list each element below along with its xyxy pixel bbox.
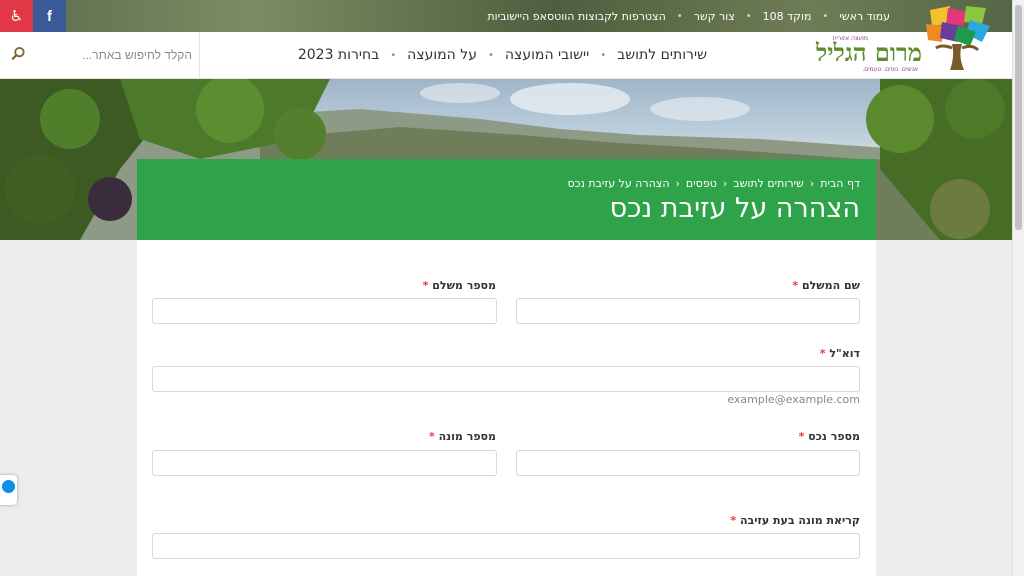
separator-dot: • (488, 49, 494, 61)
breadcrumb-current: הצהרה על עזיבת נכס (567, 177, 670, 190)
separator-dot: • (745, 10, 752, 22)
nav-item-about[interactable]: על המועצה (407, 47, 477, 63)
separator-dot: • (676, 10, 683, 22)
payer-name-field[interactable] (516, 298, 860, 324)
property-number-field[interactable] (516, 450, 860, 476)
payer-name-label: שם המשלם * (792, 279, 860, 292)
site-logo[interactable]: מועצה אזורית מרום הגליל אנשים. נופים. טע… (816, 6, 992, 78)
search-box (0, 32, 200, 78)
top-link-contact[interactable]: צור קשר (694, 10, 735, 23)
property-leaving-form: שם המשלם * מספר משלם * דוא"ל * example@e… (137, 240, 876, 576)
meter-number-label: מספר מונה * (428, 430, 496, 443)
logo-name: מרום הגליל (816, 38, 922, 67)
page-title: הצהרה על עזיבת נכס (609, 193, 860, 224)
meter-number-field[interactable] (152, 450, 497, 476)
chevron-left-icon: › (809, 177, 815, 190)
logo-tree-icon (926, 6, 990, 70)
top-link-home[interactable]: עמוד ראשי (839, 10, 890, 23)
top-links: עמוד ראשי • מוקד 108 • צור קשר • הצטרפות… (487, 0, 890, 32)
nav-item-resident-services[interactable]: שירותים לתושב (617, 47, 707, 63)
facebook-button[interactable]: f (33, 0, 66, 32)
accessibility-button[interactable]: ♿ (0, 0, 33, 32)
facebook-icon: f (47, 7, 52, 25)
separator-dot: • (822, 10, 829, 22)
search-icon[interactable] (11, 46, 26, 61)
top-bar: ♿ f עמוד ראשי • מוקד 108 • צור קשר • הצט… (0, 0, 1012, 32)
breadcrumb-home[interactable]: דף הבית (820, 177, 860, 190)
top-link-hotline[interactable]: מוקד 108 (763, 10, 812, 23)
page-scrollbar[interactable] (1012, 0, 1024, 576)
chevron-left-icon: › (722, 177, 728, 190)
remote-support-tab[interactable] (0, 475, 17, 505)
scrollbar-thumb[interactable] (1015, 5, 1022, 230)
property-number-label: מספר נכס * (798, 430, 860, 443)
chevron-left-icon: › (675, 177, 680, 190)
nav-item-elections[interactable]: בחירות 2023 (298, 47, 379, 63)
top-link-whatsapp[interactable]: הצטרפות לקבוצות הווטסאפ היישוביות (487, 10, 665, 23)
email-hint: example@example.com (727, 393, 860, 406)
separator-dot: • (600, 49, 607, 61)
breadcrumb-resident-services[interactable]: שירותים לתושב (733, 177, 804, 190)
breadcrumb: דף הבית › שירותים לתושב › טפסים › הצהרה … (567, 177, 860, 190)
email-field[interactable] (152, 366, 860, 392)
main-nav: שירותים לתושב • יישובי המועצה • על המועצ… (298, 32, 707, 78)
nav-item-settlements[interactable]: יישובי המועצה (505, 47, 589, 63)
accessibility-icon: ♿ (9, 7, 24, 25)
meter-reading-label: קריאת מונה בעת עזיבה * (730, 514, 860, 527)
separator-dot: • (390, 49, 397, 61)
search-input[interactable] (36, 42, 192, 68)
payer-number-label: מספר משלם * (422, 279, 496, 292)
logo-tagline: אנשים. נופים. טעמים. (862, 66, 918, 73)
breadcrumb-forms[interactable]: טפסים (686, 177, 717, 190)
site-header: שירותים לתושב • יישובי המועצה • על המועצ… (0, 6, 1012, 79)
remote-support-icon (2, 480, 15, 493)
email-label: דוא"ל * (819, 347, 860, 360)
page-title-box: דף הבית › שירותים לתושב › טפסים › הצהרה … (137, 159, 876, 240)
meter-reading-field[interactable] (152, 533, 860, 559)
payer-number-field[interactable] (152, 298, 497, 324)
